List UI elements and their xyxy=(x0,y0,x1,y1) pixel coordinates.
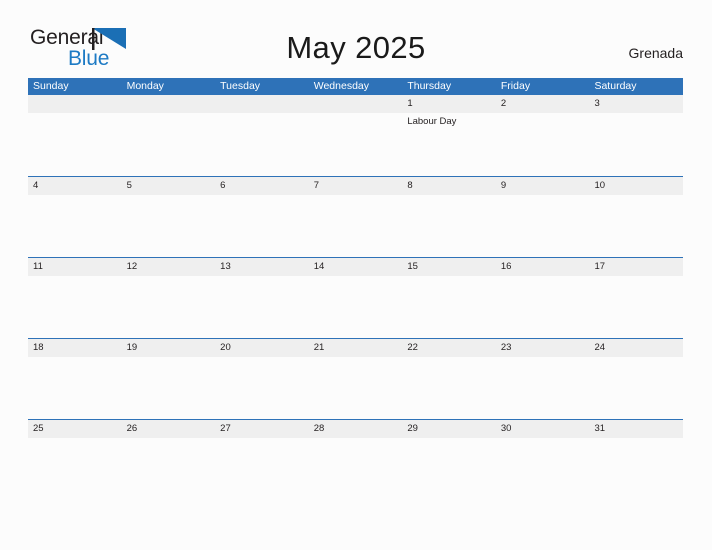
calendar-day-cell[interactable]: 3 xyxy=(589,95,683,176)
day-number: 5 xyxy=(126,180,132,191)
calendar-day-cell[interactable]: 28 xyxy=(309,420,403,500)
calendar-day-cell[interactable]: 9 xyxy=(496,177,590,257)
calendar-week-row: 11 12 13 14 15 16 17 xyxy=(28,257,683,338)
day-number: 9 xyxy=(500,180,507,191)
calendar-day-cell[interactable]: 2 xyxy=(496,95,590,176)
calendar-day-cell[interactable]: 7 xyxy=(309,177,403,257)
day-events: Labour Day xyxy=(407,113,496,128)
day-number: 25 xyxy=(33,423,44,434)
calendar-day-cell[interactable]: 8 xyxy=(402,177,496,257)
day-number: 12 xyxy=(126,261,138,272)
day-number: 14 xyxy=(313,261,325,272)
calendar-day-cell[interactable]: 22 xyxy=(402,339,496,419)
calendar-weeks: 1 Labour Day 2 3 4 5 6 7 8 9 10 11 12 13 14 15 16 17 18 19 2… xyxy=(28,95,683,500)
day-number: 30 xyxy=(500,423,512,434)
calendar-day-cell-empty xyxy=(215,95,309,176)
weekday-header-wednesday: Wednesday xyxy=(313,80,369,92)
calendar-day-cell[interactable]: 17 xyxy=(589,258,683,338)
calendar-day-cell[interactable]: 27 xyxy=(215,420,309,500)
weekday-header-thursday: Thursday xyxy=(407,80,452,92)
day-number: 27 xyxy=(220,423,231,434)
calendar-day-cell[interactable]: 21 xyxy=(309,339,403,419)
weekday-header-tuesday: Tuesday xyxy=(220,80,261,92)
calendar-day-cell[interactable]: 1 Labour Day xyxy=(402,95,496,176)
day-number: 2 xyxy=(500,98,507,109)
calendar-week-row: 4 5 6 7 8 9 10 xyxy=(28,176,683,257)
calendar-day-cell-empty xyxy=(309,95,403,176)
day-number: 29 xyxy=(407,423,418,434)
calendar-day-cell[interactable]: 25 xyxy=(28,420,122,500)
calendar-day-cell[interactable]: 26 xyxy=(122,420,216,500)
calendar-day-cell[interactable]: 11 xyxy=(28,258,122,338)
calendar-day-cell[interactable]: 13 xyxy=(215,258,309,338)
day-number: 11 xyxy=(33,261,43,272)
day-number: 6 xyxy=(220,180,226,191)
day-number: 24 xyxy=(594,342,606,353)
weekday-header-friday: Friday xyxy=(500,80,531,92)
weekday-header-row: Sunday Monday Tuesday Wednesday Thursday… xyxy=(28,78,683,95)
calendar-day-cell[interactable]: 19 xyxy=(122,339,216,419)
day-number: 21 xyxy=(313,342,325,353)
event-label: Labour Day xyxy=(407,116,457,127)
calendar-day-cell[interactable]: 24 xyxy=(589,339,683,419)
day-number: 18 xyxy=(33,342,44,353)
calendar-grid: Sunday Monday Tuesday Wednesday Thursday… xyxy=(28,78,683,500)
day-number: 22 xyxy=(407,342,418,353)
day-number: 23 xyxy=(500,342,512,353)
weekday-header-monday: Monday xyxy=(126,80,164,92)
day-number: 13 xyxy=(220,261,231,272)
weekday-header-sunday: Sunday xyxy=(33,80,69,92)
day-number: 10 xyxy=(594,180,606,191)
calendar-day-cell[interactable]: 5 xyxy=(122,177,216,257)
calendar-day-cell[interactable]: 6 xyxy=(215,177,309,257)
calendar-day-cell[interactable]: 12 xyxy=(122,258,216,338)
calendar-day-cell[interactable]: 23 xyxy=(496,339,590,419)
weekday-header-saturday: Saturday xyxy=(594,80,637,92)
calendar-day-cell-empty xyxy=(122,95,216,176)
day-number: 20 xyxy=(220,342,231,353)
page-title: May 2025 xyxy=(286,30,426,65)
day-number: 3 xyxy=(594,98,600,109)
day-number: 8 xyxy=(407,180,413,191)
day-number: 26 xyxy=(126,423,138,434)
day-number: 17 xyxy=(594,261,606,272)
calendar-week-row: 25 26 27 28 29 30 31 xyxy=(28,419,683,500)
calendar-day-cell[interactable]: 4 xyxy=(28,177,122,257)
calendar-day-cell[interactable]: 29 xyxy=(402,420,496,500)
calendar-day-cell-empty xyxy=(28,95,122,176)
calendar-day-cell[interactable]: 18 xyxy=(28,339,122,419)
location-label: Grenada xyxy=(628,45,683,61)
day-number: 16 xyxy=(500,261,512,272)
day-number: 4 xyxy=(33,180,39,191)
day-number: 7 xyxy=(313,180,320,191)
calendar-day-cell[interactable]: 30 xyxy=(496,420,590,500)
day-number: 1 xyxy=(407,98,413,109)
day-number: 31 xyxy=(594,423,606,434)
calendar-day-cell[interactable]: 31 xyxy=(589,420,683,500)
page-header: General Blue May 2025 Grenada xyxy=(0,0,712,78)
calendar-day-cell[interactable]: 14 xyxy=(309,258,403,338)
day-number: 28 xyxy=(313,423,325,434)
calendar-week-row: 1 Labour Day 2 3 xyxy=(28,95,683,176)
calendar-week-row: 18 19 20 21 22 23 24 xyxy=(28,338,683,419)
day-number: 15 xyxy=(407,261,418,272)
calendar-day-cell[interactable]: 15 xyxy=(402,258,496,338)
day-number: 19 xyxy=(126,342,138,353)
calendar-day-cell[interactable]: 10 xyxy=(589,177,683,257)
calendar-day-cell[interactable]: 20 xyxy=(215,339,309,419)
calendar-day-cell[interactable]: 16 xyxy=(496,258,590,338)
